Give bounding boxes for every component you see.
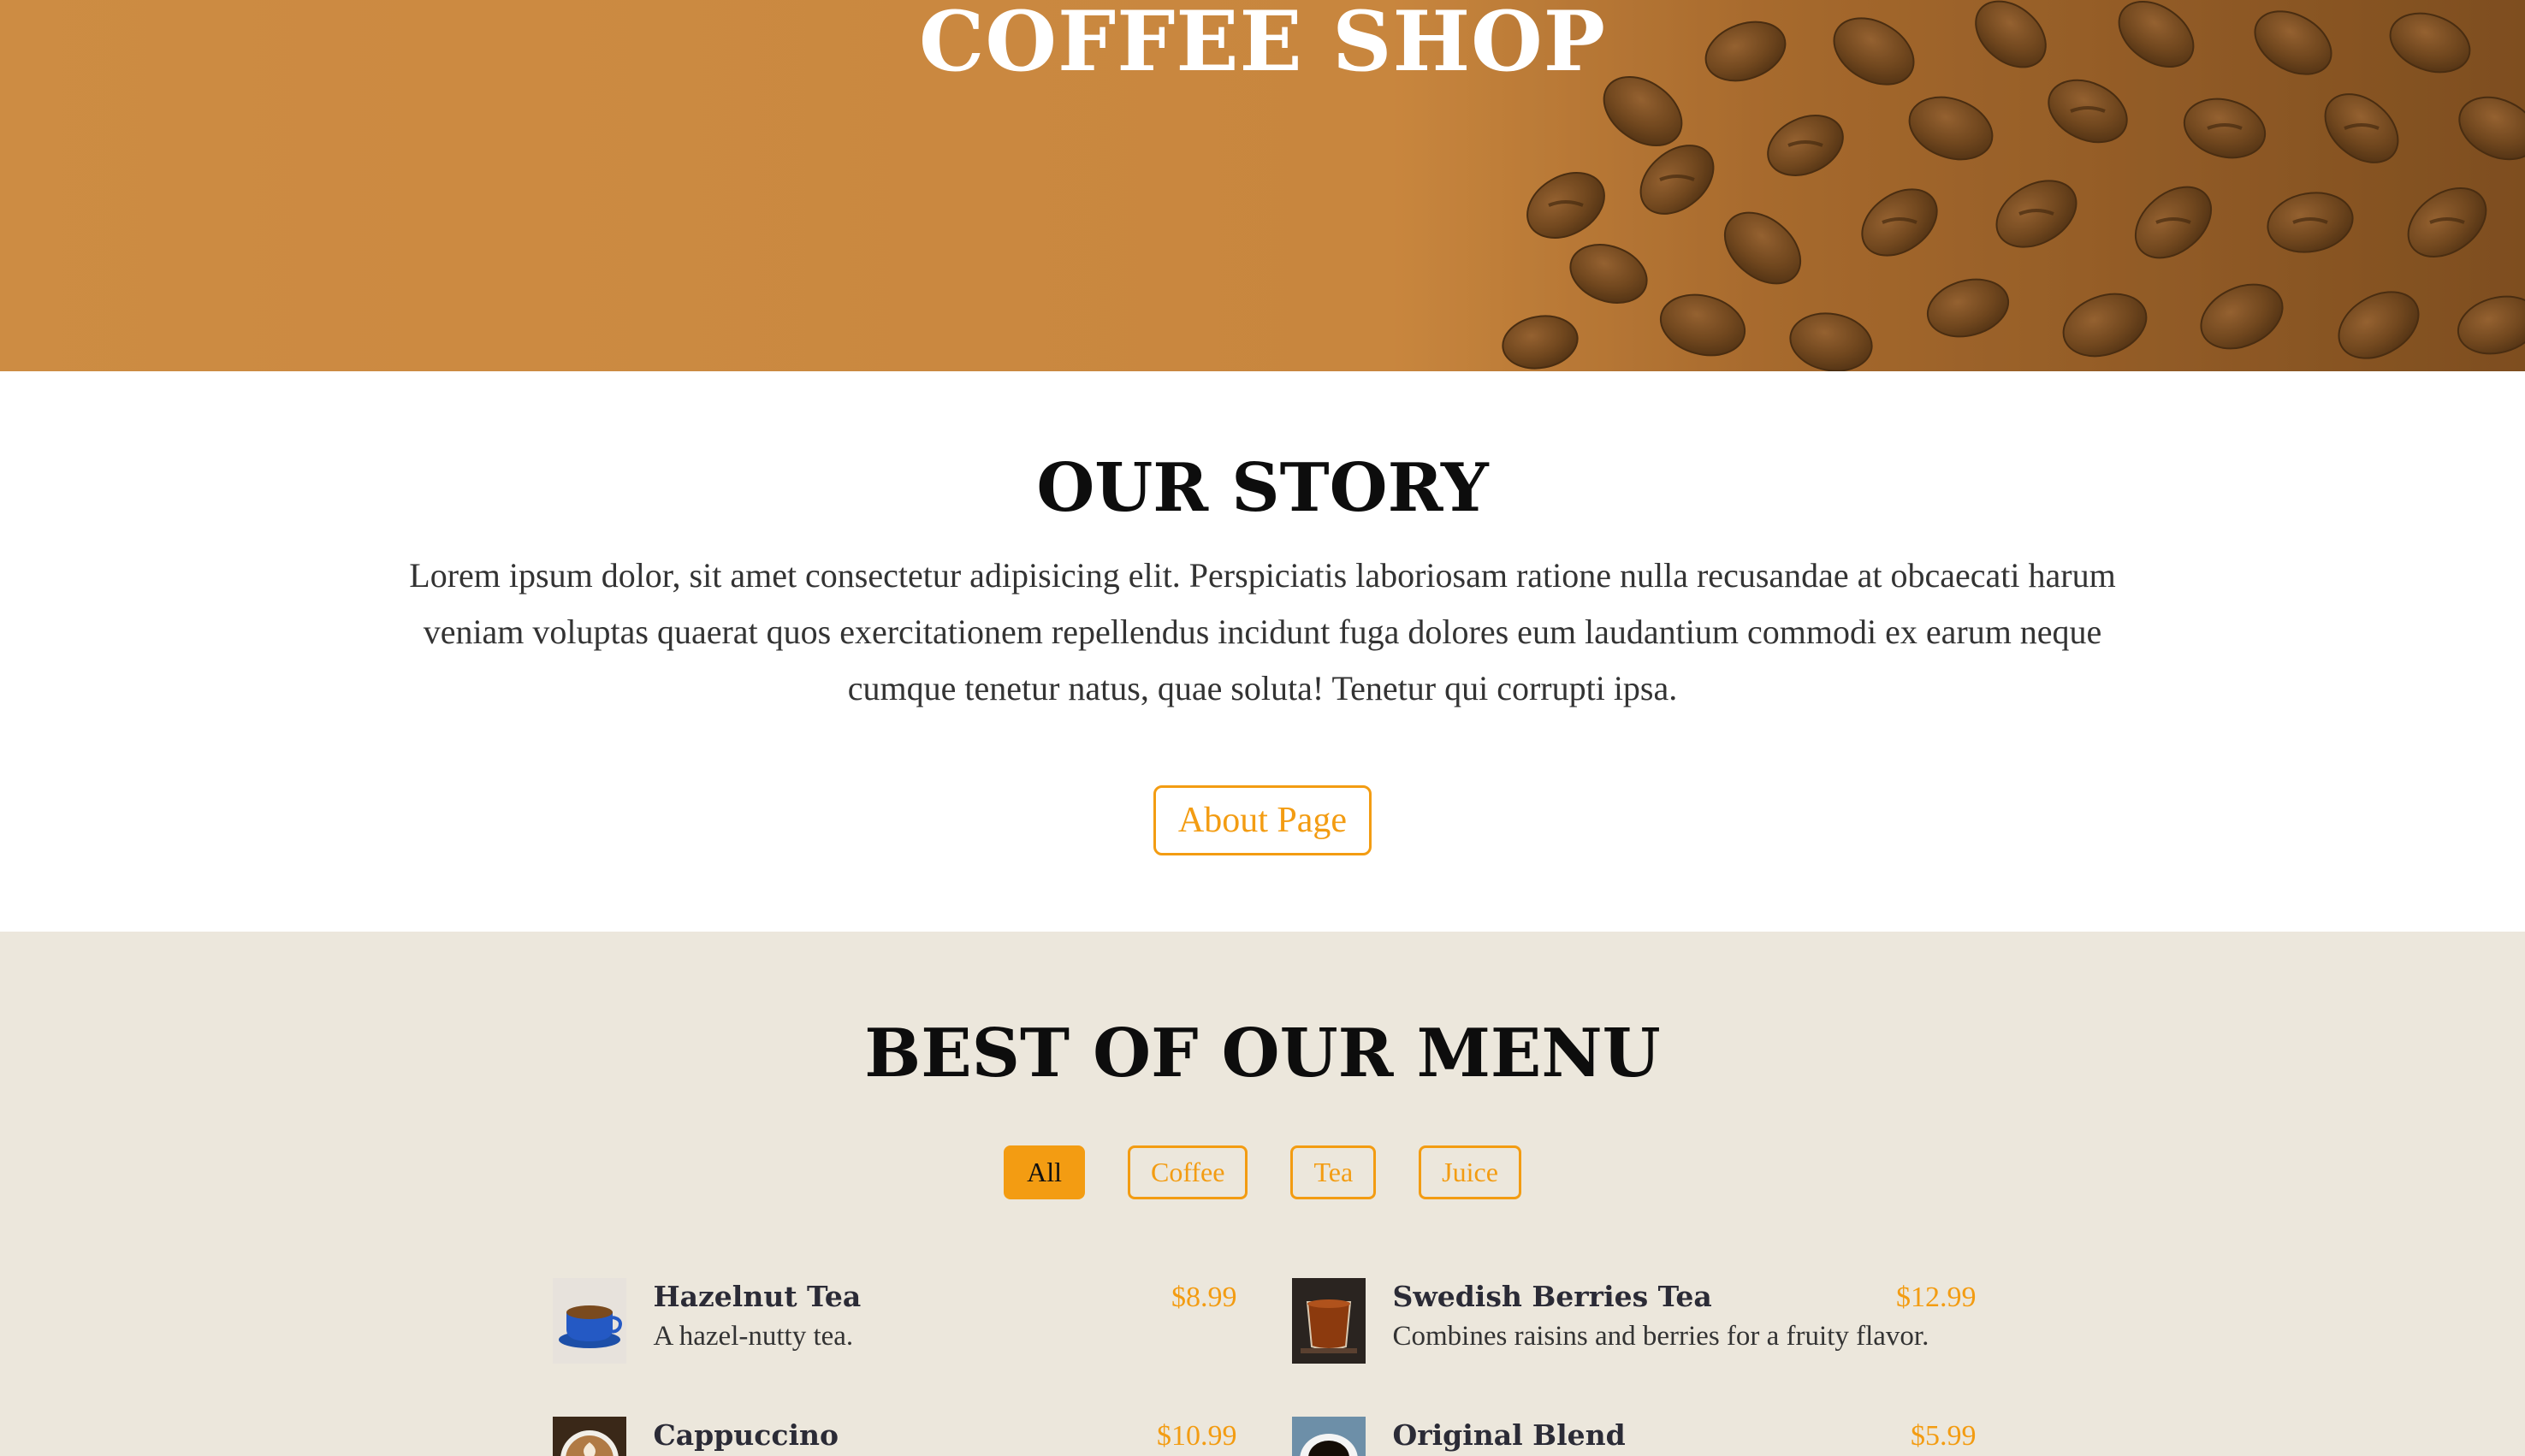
menu-item-description: Combines raisins and berries for a fruit… bbox=[1392, 1320, 1929, 1352]
menu-item[interactable]: Swedish Berries Tea $12.99 Combines rais… bbox=[1291, 1277, 1977, 1364]
menu-item-name: Cappuccino bbox=[653, 1418, 839, 1452]
story-title: OUR STORY bbox=[1036, 449, 1489, 527]
filter-all-button[interactable]: All bbox=[1004, 1145, 1085, 1199]
about-page-button[interactable]: About Page bbox=[1153, 784, 1372, 855]
menu-item-description: A hazel-nutty tea. bbox=[653, 1320, 854, 1352]
blue-cup-tea-icon bbox=[552, 1277, 626, 1364]
black-coffee-icon bbox=[1291, 1416, 1366, 1456]
menu-item-name: Swedish Berries Tea bbox=[1392, 1279, 1712, 1313]
site-title: COFFEE SHOP bbox=[919, 0, 1606, 90]
filter-tea-button[interactable]: Tea bbox=[1290, 1145, 1377, 1199]
glass-tea-icon bbox=[1291, 1277, 1366, 1364]
menu-item-price: $8.99 bbox=[1171, 1281, 1237, 1313]
filter-coffee-button[interactable]: Coffee bbox=[1127, 1145, 1248, 1199]
menu-item-name: Original Blend bbox=[1392, 1418, 1626, 1452]
story-text: Lorem ipsum dolor, sit amet consectetur … bbox=[409, 555, 2116, 707]
menu-items-grid: Hazelnut Tea $8.99 A hazel-nutty tea. Sw… bbox=[552, 1277, 1977, 1456]
menu-item[interactable]: Hazelnut Tea $8.99 A hazel-nutty tea. bbox=[552, 1277, 1237, 1364]
menu-item-price: $12.99 bbox=[1896, 1281, 1977, 1313]
menu-item-price: $5.99 bbox=[1911, 1419, 1977, 1452]
menu-item[interactable]: Cappuccino $10.99 bbox=[552, 1416, 1237, 1456]
menu-item-name: Hazelnut Tea bbox=[653, 1279, 862, 1313]
menu-item[interactable]: Original Blend $5.99 bbox=[1291, 1416, 1977, 1456]
menu-filters: All Coffee Tea Juice bbox=[0, 1145, 2525, 1199]
menu-section: BEST OF OUR MENU All Coffee Tea Juice Ha… bbox=[0, 932, 2525, 1456]
our-story-section: OUR STORY Lorem ipsum dolor, sit amet co… bbox=[0, 371, 2525, 932]
filter-juice-button[interactable]: Juice bbox=[1419, 1145, 1521, 1199]
menu-title: BEST OF OUR MENU bbox=[864, 1015, 1661, 1092]
hero-banner: COFFEE SHOP bbox=[0, 0, 2525, 371]
menu-item-price: $10.99 bbox=[1157, 1419, 1237, 1452]
latte-art-icon bbox=[552, 1416, 626, 1456]
